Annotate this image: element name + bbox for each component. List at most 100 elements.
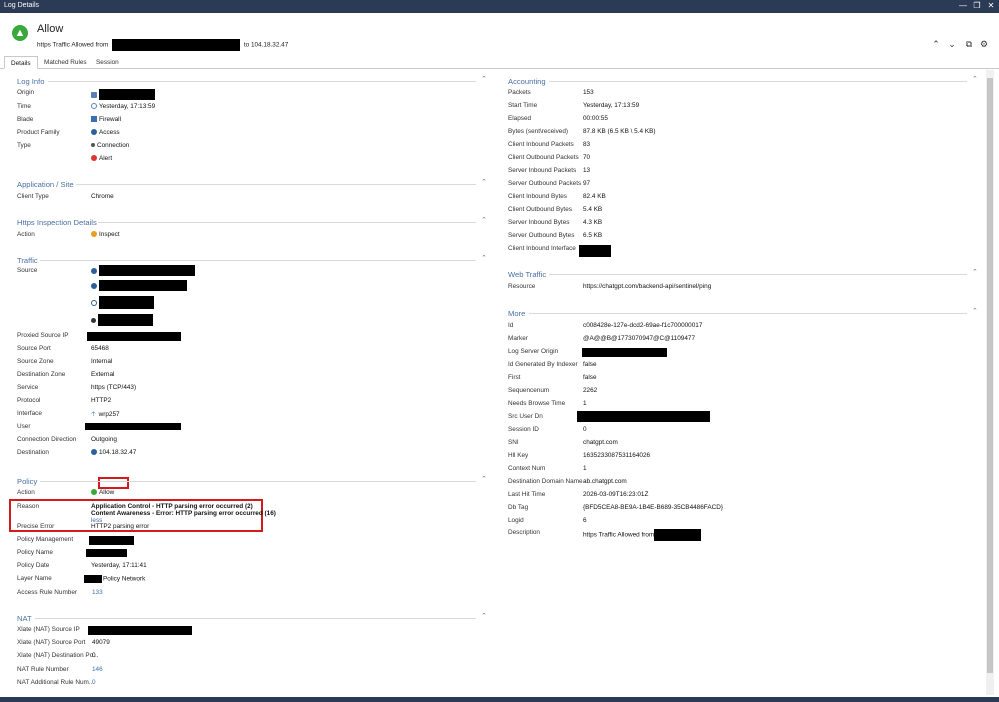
value: Connection xyxy=(91,142,129,149)
minimize-icon[interactable]: — xyxy=(958,1,968,11)
collapse-icon[interactable]: ⌃ xyxy=(481,178,487,186)
section-divider xyxy=(48,81,476,82)
redacted-layer-prefix xyxy=(84,575,102,583)
label: Server Inbound Bytes xyxy=(508,219,570,226)
label: Id Generated By Indexer xyxy=(508,361,578,368)
alert-icon xyxy=(91,155,97,162)
machine-icon xyxy=(91,299,97,306)
label: Origin xyxy=(17,89,35,96)
value: @A@@B@1773070947@C@1109477 xyxy=(583,335,696,342)
label: Service xyxy=(17,384,39,391)
tab-matched-rules[interactable]: Matched Rules xyxy=(38,56,93,69)
tab-session[interactable]: Session xyxy=(90,56,125,69)
value: 13 xyxy=(583,167,591,174)
value: ab.chatgpt.com xyxy=(583,478,627,485)
value: c008428e-127e-dcd2-69ae-f1c700000017 xyxy=(583,322,703,329)
label: Client Outbound Packets xyxy=(508,154,579,161)
allow-icon xyxy=(91,489,97,496)
maximize-icon[interactable]: ❐ xyxy=(972,1,982,11)
user-icon xyxy=(91,282,97,289)
value: 5.4 KB xyxy=(583,206,603,213)
copy-icon[interactable]: ⧉ xyxy=(964,39,974,50)
next-log-icon[interactable]: ⌄ xyxy=(947,39,957,50)
window-title: Log Details xyxy=(4,2,40,9)
tab-bar: Details Matched Rules Session xyxy=(0,55,999,69)
scrollbar-thumb[interactable] xyxy=(987,78,993,673)
destination-value: 104.18.32.47 xyxy=(99,449,137,456)
label: Logid xyxy=(508,517,524,524)
type-value: Connection xyxy=(97,142,130,149)
arrow-up-icon: 🡡 xyxy=(91,411,96,418)
clock-icon xyxy=(91,103,97,110)
value: 4.3 KB xyxy=(583,219,603,226)
label: Db Tag xyxy=(508,504,529,511)
connection-icon xyxy=(91,143,95,148)
value xyxy=(577,411,710,422)
redacted-user-value xyxy=(85,423,181,430)
blade-value: Firewall xyxy=(99,116,122,123)
reason-line-1: Application Control - HTTP parsing error… xyxy=(91,503,253,510)
section-application-site: Application / Site xyxy=(17,180,74,189)
redacted-policy-name xyxy=(86,549,127,557)
section-divider xyxy=(98,222,476,223)
collapse-icon[interactable]: ⌃ xyxy=(481,75,487,83)
value: Yesterday, 17:11:41 xyxy=(91,562,147,569)
label: Product Family xyxy=(17,129,60,136)
log-header: ▲ Allow https Traffic Allowed from to 10… xyxy=(0,13,999,53)
label: Source xyxy=(17,267,38,274)
vertical-scrollbar[interactable] xyxy=(986,70,994,695)
network-icon xyxy=(91,317,96,323)
collapse-icon[interactable]: ⌃ xyxy=(972,75,978,83)
settings-icon[interactable]: ⚙ xyxy=(979,39,989,50)
label: Policy Date xyxy=(17,562,50,569)
value: Internal xyxy=(91,358,113,365)
label: Interface xyxy=(17,410,42,417)
inspect-icon xyxy=(91,231,97,238)
redacted-user-dn xyxy=(577,411,710,422)
label: Proxied Source IP xyxy=(17,332,69,339)
access-rule-link[interactable]: 133 xyxy=(92,589,103,596)
value: 0 xyxy=(92,652,96,659)
value xyxy=(86,549,127,557)
label: Source Port xyxy=(17,345,51,352)
collapse-icon[interactable]: ⌃ xyxy=(481,475,487,483)
section-more: More xyxy=(508,309,526,318)
label: Client Inbound Packets xyxy=(508,141,574,148)
label: Connection Direction xyxy=(17,436,77,443)
section-divider xyxy=(35,618,476,619)
label: Last Hit Time xyxy=(508,491,546,498)
collapse-icon[interactable]: ⌃ xyxy=(481,254,487,262)
section-nat: NAT xyxy=(17,614,32,623)
collapse-icon[interactable]: ⌃ xyxy=(481,612,487,620)
value: External xyxy=(91,371,115,378)
section-policy: Policy xyxy=(17,477,38,486)
redacted-user xyxy=(99,280,187,291)
tab-details[interactable]: Details xyxy=(4,56,38,69)
value: https Traffic Allowed from xyxy=(583,529,702,541)
collapse-icon[interactable]: ⌃ xyxy=(972,307,978,315)
value: 70 xyxy=(583,154,591,161)
firewall-icon xyxy=(91,116,97,123)
value: 83 xyxy=(583,141,591,148)
label: Blade xyxy=(17,116,34,123)
redacted-log-server xyxy=(582,348,667,357)
label: Marker xyxy=(508,335,528,342)
nat-additional-rule-link[interactable]: 0 xyxy=(92,679,96,686)
nat-rule-link[interactable]: 146 xyxy=(92,666,103,673)
previous-log-icon[interactable]: ⌃ xyxy=(931,39,941,50)
reason-line-2: Content Awareness - Error: HTTP parsing … xyxy=(91,510,276,517)
value: 104.18.32.47 xyxy=(91,449,136,456)
collapse-icon[interactable]: ⌃ xyxy=(972,268,978,276)
interface-value: wrp257 xyxy=(98,411,120,418)
collapse-icon[interactable]: ⌃ xyxy=(481,216,487,224)
redacted-host xyxy=(99,265,195,276)
value: 2026-03-09T16:23:01Z xyxy=(583,491,649,498)
label: Layer Name xyxy=(17,575,52,582)
globe-icon xyxy=(91,449,97,456)
value: 65468 xyxy=(91,345,109,352)
redacted-machine xyxy=(99,296,154,309)
section-log-info: Log Info xyxy=(17,77,45,86)
close-icon[interactable]: ✕ xyxy=(986,1,996,11)
value: 1635233087531164026 xyxy=(583,452,651,459)
section-divider xyxy=(40,481,476,482)
